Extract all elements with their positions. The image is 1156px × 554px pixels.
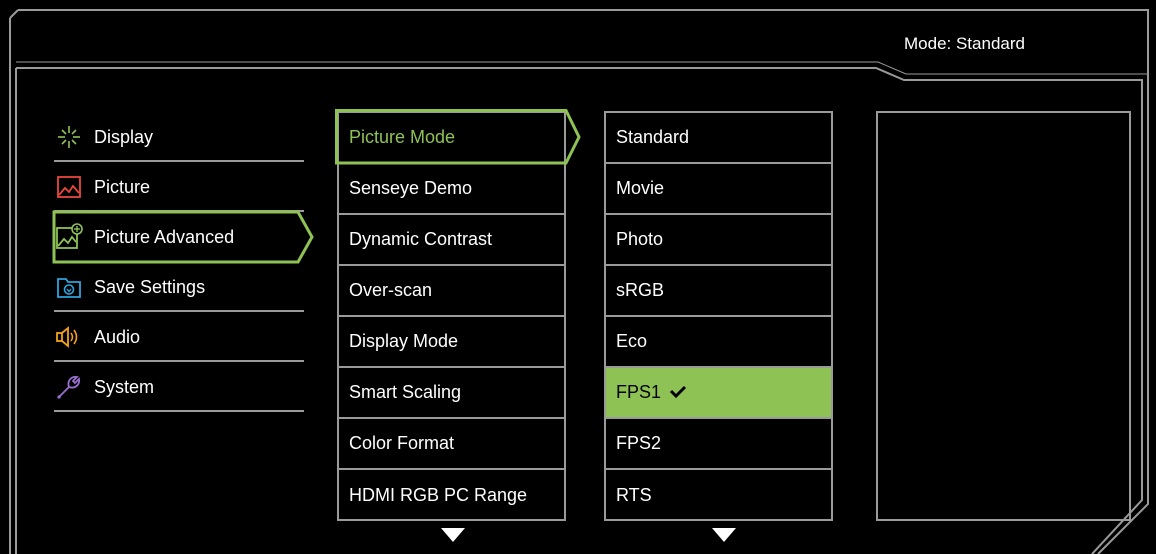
submenu-item-label: Over-scan <box>349 280 433 300</box>
submenu-item-color-format[interactable]: Color Format <box>339 419 564 470</box>
main-menu: Display Picture Picture Advanced Save Se… <box>52 112 314 412</box>
option-standard[interactable]: Standard <box>606 113 831 164</box>
option-fps1[interactable]: FPS1 <box>606 368 831 419</box>
mode-label: Mode: Standard <box>904 34 1025 53</box>
menu-item-audio[interactable]: Audio <box>54 312 304 362</box>
option-label: FPS1 <box>616 382 662 402</box>
menu-item-label: Audio <box>94 326 141 347</box>
submenu-item-display-mode[interactable]: Display Mode <box>339 317 564 368</box>
option-rts[interactable]: RTS <box>606 470 831 521</box>
options-list: Standard Movie Photo sRGB Eco FPS1 FPS2 … <box>604 111 833 521</box>
option-photo[interactable]: Photo <box>606 215 831 266</box>
submenu-item-smart-scaling[interactable]: Smart Scaling <box>339 368 564 419</box>
menu-item-label: Display <box>94 126 154 147</box>
option-movie[interactable]: Movie <box>606 164 831 215</box>
option-label: Movie <box>616 178 665 198</box>
audio-icon <box>54 322 84 352</box>
submenu-item-label: Display Mode <box>349 331 459 351</box>
options-scroll-down-icon[interactable] <box>712 528 736 542</box>
submenu-item-label: Dynamic Contrast <box>349 229 493 249</box>
display-icon <box>54 122 84 152</box>
menu-item-label: Picture <box>94 176 151 197</box>
submenu-item-senseye-demo[interactable]: Senseye Demo <box>339 164 564 215</box>
system-icon <box>54 372 84 402</box>
picture-icon <box>54 172 84 202</box>
menu-item-display[interactable]: Display <box>54 112 304 162</box>
submenu-item-over-scan[interactable]: Over-scan <box>339 266 564 317</box>
submenu-item-label: Senseye Demo <box>349 178 473 198</box>
option-label: FPS2 <box>616 433 662 453</box>
menu-item-picture-advanced[interactable]: Picture Advanced <box>52 210 314 264</box>
option-eco[interactable]: Eco <box>606 317 831 368</box>
option-label: sRGB <box>616 280 665 300</box>
submenu-scroll-down-icon[interactable] <box>441 528 465 542</box>
option-srgb[interactable]: sRGB <box>606 266 831 317</box>
option-label: Photo <box>616 229 664 249</box>
option-label: Standard <box>616 127 690 147</box>
submenu-list: Picture Mode Senseye Demo Dynamic Contra… <box>337 111 566 521</box>
info-panel <box>876 111 1131 521</box>
menu-item-label: System <box>94 376 155 397</box>
submenu-item-label: Color Format <box>349 433 455 453</box>
submenu-selection-outline <box>335 109 581 165</box>
selection-outline <box>52 210 314 264</box>
option-label: Eco <box>616 331 648 351</box>
option-label: RTS <box>616 485 652 505</box>
menu-item-save-settings[interactable]: Save Settings <box>54 262 304 312</box>
menu-item-system[interactable]: System <box>54 362 304 412</box>
submenu-item-label: Smart Scaling <box>349 382 462 402</box>
divider <box>54 410 304 412</box>
menu-item-label: Save Settings <box>94 276 206 297</box>
submenu-item-hdmi-rgb-pc-range[interactable]: HDMI RGB PC Range <box>339 470 564 521</box>
save-settings-icon <box>54 272 84 302</box>
submenu-item-dynamic-contrast[interactable]: Dynamic Contrast <box>339 215 564 266</box>
checkmark-icon <box>669 382 687 403</box>
option-fps2[interactable]: FPS2 <box>606 419 831 470</box>
submenu-item-label: HDMI RGB PC Range <box>349 485 528 505</box>
menu-item-picture[interactable]: Picture <box>54 162 304 212</box>
